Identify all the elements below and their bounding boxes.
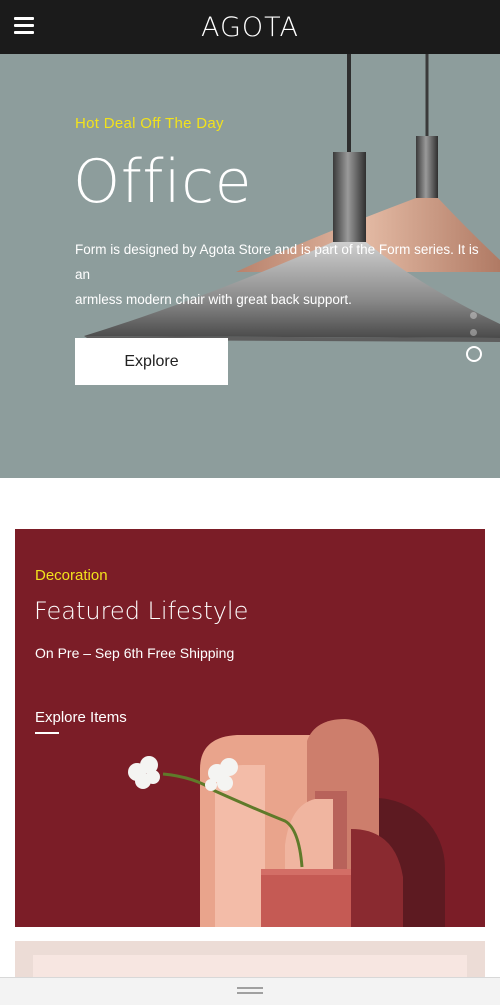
featured-kicker: Decoration [35, 567, 108, 584]
slider-dot[interactable] [470, 312, 477, 319]
featured-lifestyle-card: Decoration Featured Lifestyle On Pre – S… [15, 529, 485, 927]
hero-title: Office [73, 147, 253, 217]
bottom-drawer [0, 977, 500, 1005]
hero-kicker: Hot Deal Off The Day [75, 115, 224, 132]
hero-banner: Hot Deal Off The Day Office Form is desi… [0, 54, 500, 478]
hamburger-icon[interactable] [14, 17, 34, 34]
hero-description-line: Form is designed by Agota Store and is p… [75, 242, 479, 282]
top-header: AGOTA [0, 0, 500, 54]
featured-title: Featured Lifestyle [34, 597, 249, 625]
featured-subtitle: On Pre – Sep 6th Free Shipping [35, 645, 235, 661]
brand-logo[interactable]: AGOTA [201, 12, 299, 43]
vase-decoration-image [128, 719, 445, 927]
slider-dot[interactable] [470, 329, 477, 336]
explore-button[interactable]: Explore [75, 338, 228, 385]
drag-handle-icon[interactable] [237, 987, 263, 995]
link-underline [35, 732, 59, 734]
slider-dot-active[interactable] [466, 346, 482, 362]
explore-items-link[interactable]: Explore Items [35, 709, 127, 726]
hero-description-line: armless modern chair with great back sup… [75, 292, 352, 307]
hero-description: Form is designed by Agota Store and is p… [75, 237, 485, 312]
